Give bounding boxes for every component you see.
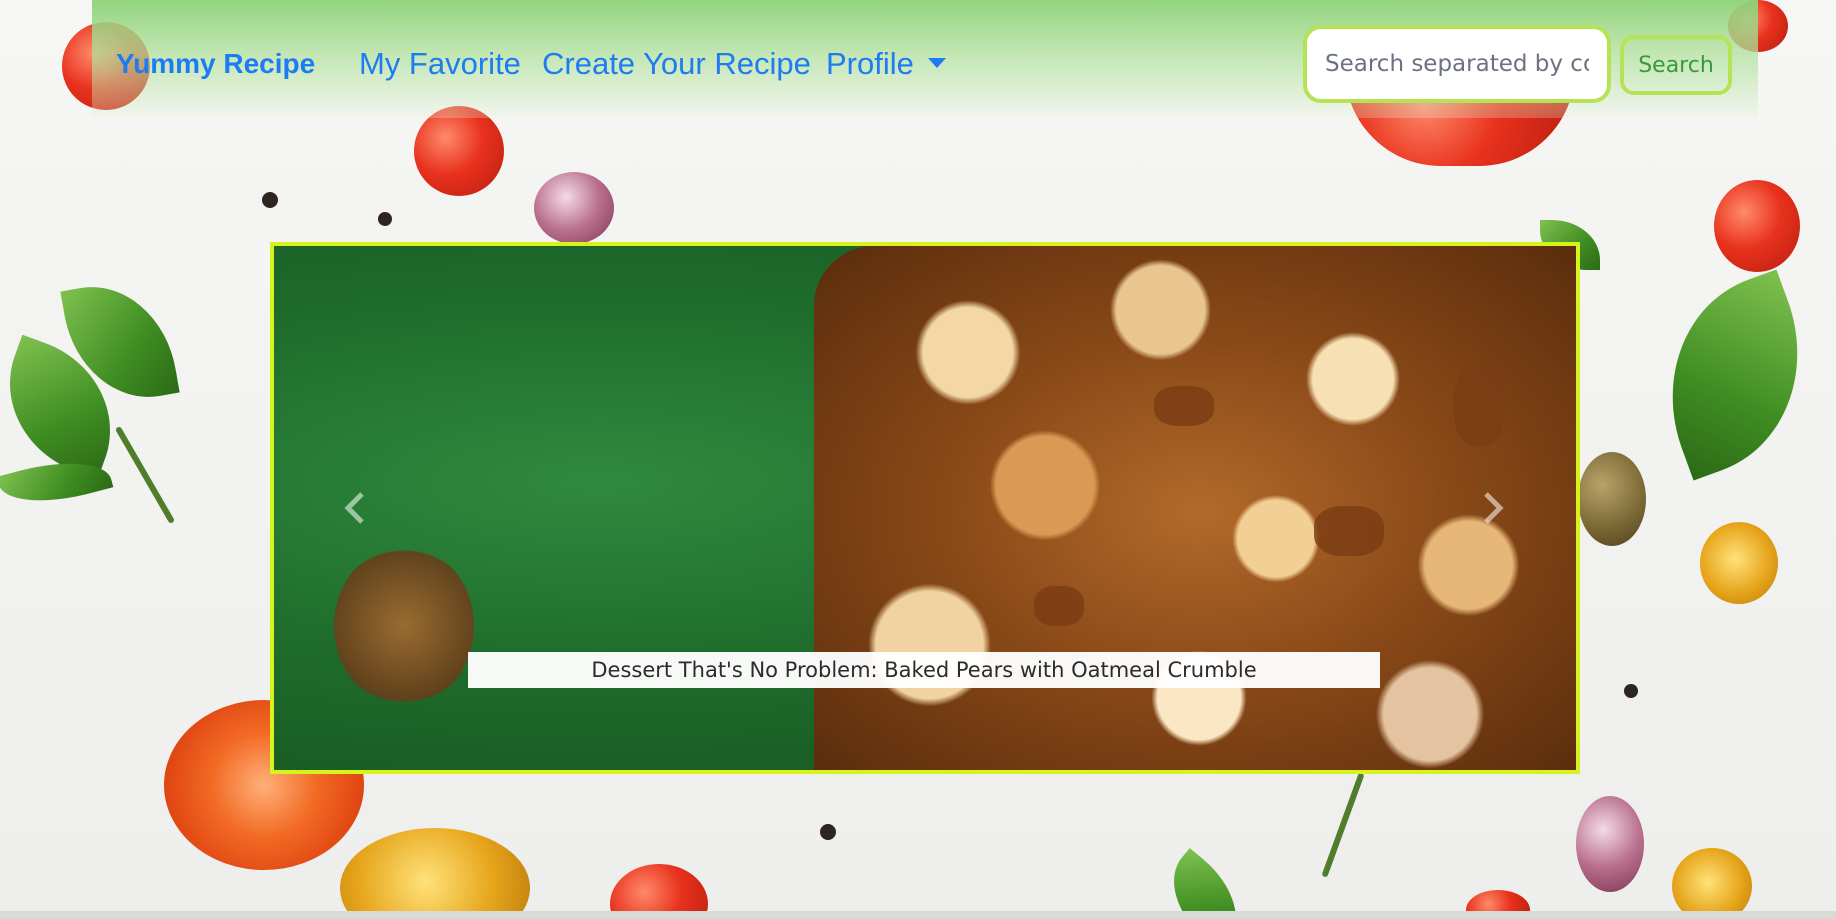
carousel-caption[interactable]: Dessert That's No Problem: Baked Pears w…: [468, 652, 1380, 688]
peppercorn-decoration: [1624, 684, 1638, 698]
pepper-decoration: [340, 828, 530, 919]
crumble-shadow-decoration: [1154, 386, 1214, 426]
carousel-next-button[interactable]: [1464, 478, 1524, 538]
basil-leaf-decoration: [1151, 848, 1259, 919]
chevron-left-icon: [344, 492, 364, 524]
recipe-carousel: Dessert That's No Problem: Baked Pears w…: [270, 242, 1580, 774]
carousel-prev-button[interactable]: [324, 478, 384, 538]
carousel-slide-image[interactable]: [274, 246, 1576, 770]
tomato-decoration: [1714, 180, 1800, 272]
tomato-decoration: [1672, 848, 1752, 919]
nav-link-create-your-recipe[interactable]: Create Your Recipe: [542, 46, 811, 82]
stem-decoration: [114, 425, 176, 525]
peppercorn-decoration: [262, 192, 278, 208]
basil-leaf-decoration: [1635, 269, 1835, 481]
peppercorn-decoration: [820, 824, 836, 840]
tomato-decoration: [414, 106, 504, 196]
crumble-shadow-decoration: [1034, 586, 1084, 626]
search-input[interactable]: [1303, 25, 1611, 103]
nav-profile-label: Profile: [826, 46, 914, 81]
search-button[interactable]: Search: [1620, 35, 1732, 95]
nav-profile-dropdown[interactable]: Profile: [826, 46, 946, 82]
peppercorn-decoration: [378, 212, 392, 226]
brand-logo-link[interactable]: Yummy Recipe: [116, 48, 315, 80]
chevron-right-icon: [1484, 492, 1504, 524]
crumble-shadow-decoration: [1314, 506, 1384, 556]
onion-decoration: [1576, 796, 1644, 892]
onion-decoration: [534, 172, 614, 244]
dessert-crumble-image: [814, 246, 1576, 770]
crumble-piece-decoration: [334, 546, 474, 706]
stem-decoration: [1321, 772, 1365, 878]
nav-link-my-favorite[interactable]: My Favorite: [359, 46, 521, 82]
crumble-shadow-decoration: [1454, 366, 1504, 446]
caret-down-icon: [927, 57, 946, 68]
olive-decoration: [1578, 452, 1646, 546]
bottom-divider: [0, 911, 1836, 919]
tomato-decoration: [1700, 522, 1778, 604]
